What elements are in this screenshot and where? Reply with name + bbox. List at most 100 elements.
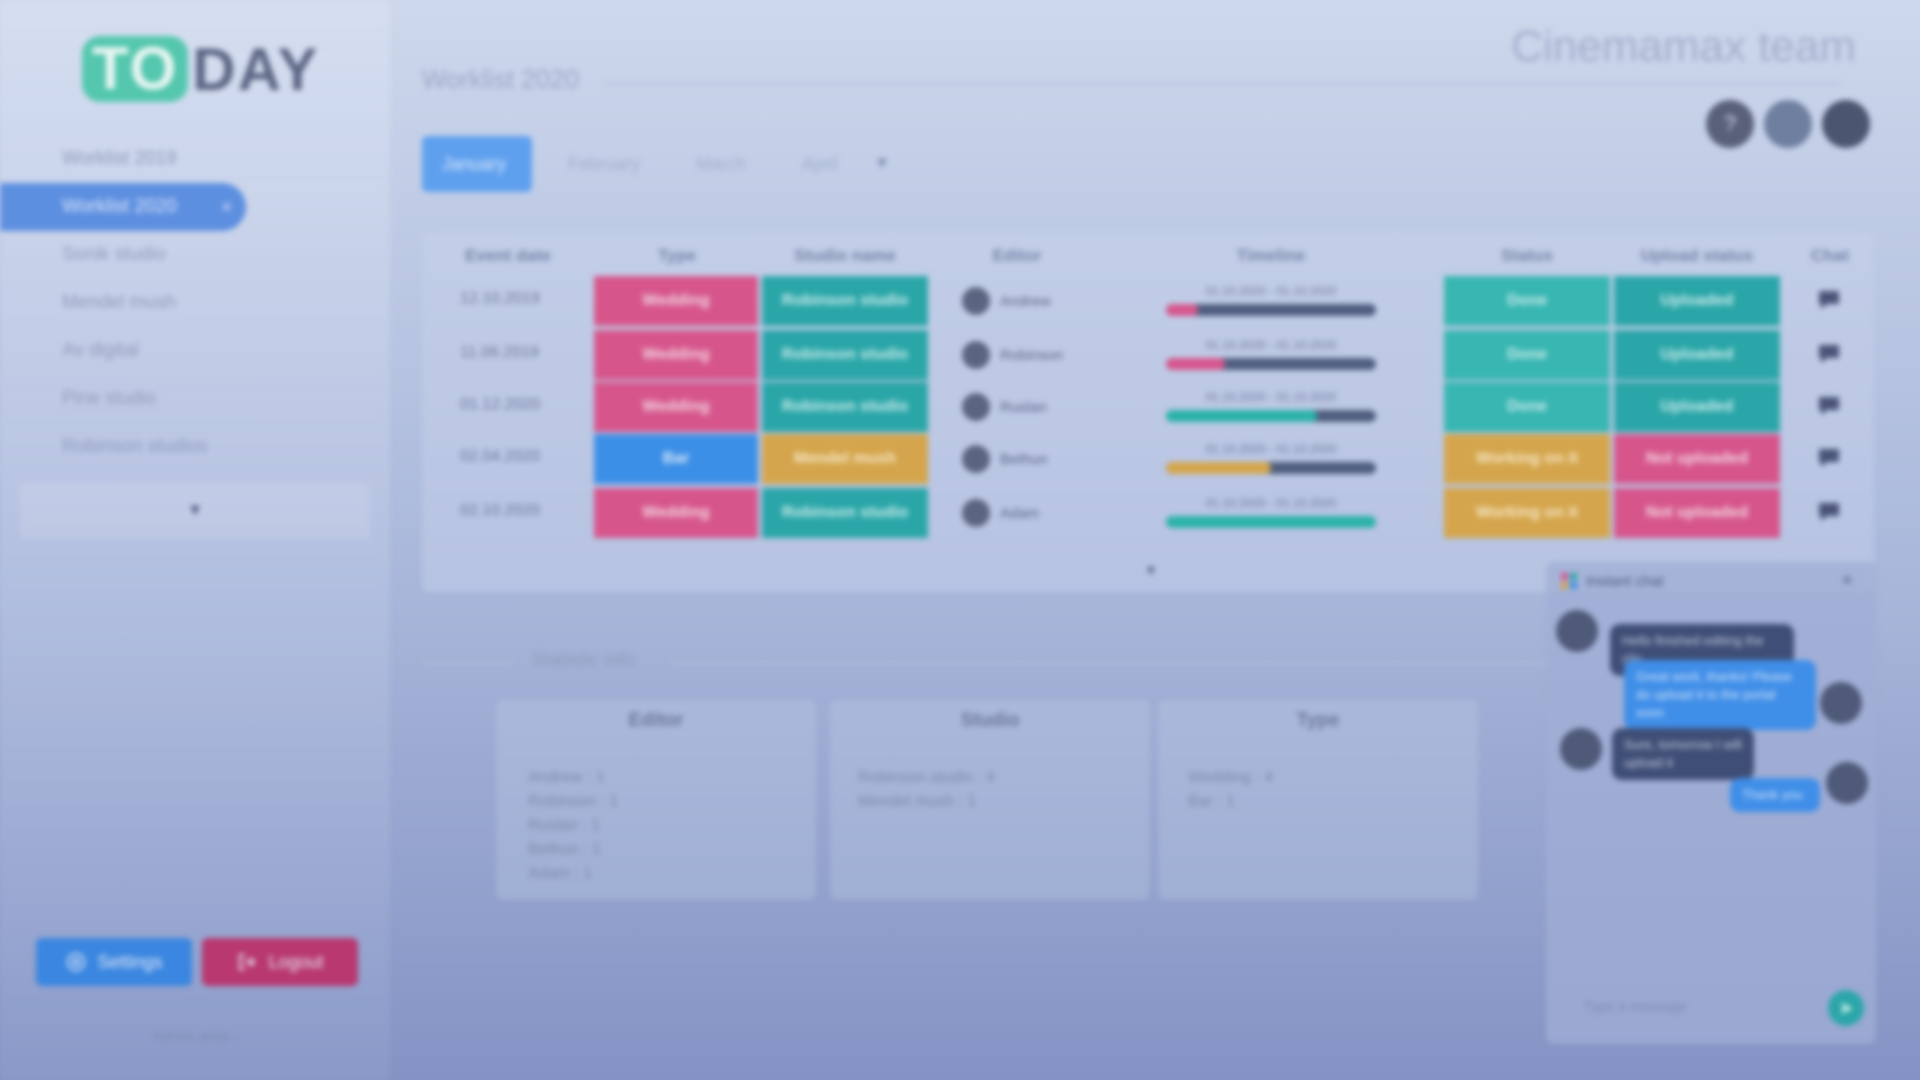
sidebar-item-worklist-2019[interactable]: Worklist 2019 (0, 135, 390, 183)
close-icon[interactable]: × (1842, 570, 1853, 591)
editor-cell[interactable]: Ruslan (962, 393, 1047, 421)
admin-area-link[interactable]: Admin area › (0, 1028, 390, 1045)
status-cell[interactable]: Done (1444, 330, 1610, 380)
editor-cell[interactable]: Adam (962, 499, 1039, 527)
stats-divider (670, 662, 1550, 664)
avatar[interactable] (1764, 100, 1812, 148)
sidebar-item-sonik-studio[interactable]: Sonik studio (0, 231, 390, 279)
upload-status-cell[interactable]: Not uploaded (1614, 488, 1780, 538)
column-header-status[interactable]: Status (1444, 246, 1610, 266)
editor-name: Bethun (1000, 450, 1048, 468)
sidebar-nav: Worklist 2019 Worklist 2020 × Sonik stud… (0, 135, 390, 471)
studio-cell[interactable]: Robinson studio (762, 488, 928, 538)
chevron-down-icon[interactable]: ▼ (874, 155, 890, 173)
type-cell[interactable]: Wedding (594, 276, 758, 326)
upload-status-cell[interactable]: Not uploaded (1614, 434, 1780, 484)
upload-status-cell[interactable]: Uploaded (1614, 330, 1780, 380)
timeline-progress-bar (1166, 358, 1376, 370)
stat-line: Adam : 1 (528, 865, 593, 882)
column-header-type[interactable]: Type (594, 246, 760, 266)
sidebar-item-label: Av digital (62, 340, 139, 361)
avatar (962, 287, 990, 315)
column-header-studio-name[interactable]: Studio name (762, 246, 928, 266)
timeline-dates: 01.10.2020 - 01.10.2020 (1205, 284, 1337, 298)
avatar (1560, 728, 1602, 770)
timeline-cell: 01.10.2020 - 01.10.2020 (1166, 338, 1376, 370)
status-cell[interactable]: Done (1444, 276, 1610, 326)
stat-card-lines: Wedding : 4 Bar : 1 (1188, 766, 1273, 814)
month-tabs: January February March April ▼ (422, 136, 890, 192)
column-header-upload-status[interactable]: Upload status (1614, 246, 1780, 266)
column-header-timeline[interactable]: Timeline (1166, 246, 1376, 266)
tab-january[interactable]: January (422, 136, 532, 192)
chat-input[interactable]: Type a message (1584, 998, 1687, 1014)
sidebar-item-mendel-mush[interactable]: Mendel mush (0, 279, 390, 327)
member-avatars: ? (1706, 100, 1870, 148)
studio-cell[interactable]: Robinson studio (762, 330, 928, 380)
stat-line: Bethun : 1 (528, 841, 601, 858)
timeline-progress-fill (1166, 462, 1271, 474)
editor-cell[interactable]: Andrew (962, 287, 1051, 315)
tab-february[interactable]: February (548, 136, 660, 192)
type-cell[interactable]: Wedding (594, 488, 758, 538)
type-cell[interactable]: Wedding (594, 382, 758, 432)
sidebar: TO DAY Worklist 2019 Worklist 2020 × Son… (0, 0, 390, 1080)
editor-cell[interactable]: Robinson (962, 341, 1063, 369)
sidebar-more-button[interactable]: ▼ (20, 483, 370, 539)
status-cell[interactable]: Working on it (1444, 488, 1610, 538)
status-cell[interactable]: Done (1444, 382, 1610, 432)
send-button[interactable]: ➤ (1828, 990, 1864, 1026)
chat-header: Instant chat (1560, 572, 1664, 590)
avatar[interactable] (1822, 100, 1870, 148)
team-title: Cinemamax team (1511, 22, 1856, 71)
sidebar-item-pine-studio[interactable]: Pine studio (0, 375, 390, 423)
column-header-editor[interactable]: Editor (962, 246, 1072, 266)
type-cell[interactable]: Wedding (594, 330, 758, 380)
logout-label: Logout (268, 951, 324, 972)
tab-april[interactable]: April (782, 136, 858, 192)
logout-icon (239, 954, 256, 970)
sidebar-item-av-digital[interactable]: Av digital (0, 327, 390, 375)
studio-cell[interactable]: Robinson studio (762, 382, 928, 432)
chat-bubble-icon[interactable] (1816, 501, 1842, 523)
sidebar-item-label: Worklist 2020 (62, 196, 177, 217)
chat-bubble-icon[interactable] (1816, 447, 1842, 469)
stats-title: Statistic info (532, 650, 635, 671)
settings-button[interactable]: Settings (36, 938, 192, 986)
chevron-down-icon[interactable]: ▼ (1144, 562, 1158, 578)
sidebar-item-worklist-2020[interactable]: Worklist 2020 × (0, 183, 246, 231)
column-header-chat[interactable]: Chat (1800, 246, 1860, 266)
upload-status-cell[interactable]: Uploaded (1614, 382, 1780, 432)
editor-name: Ruslan (1000, 398, 1047, 416)
studio-cell[interactable]: Mendel mush (762, 434, 928, 484)
event-date: 11.06.2019 (460, 344, 539, 361)
timeline-progress-fill (1166, 304, 1198, 316)
stat-line: Robinson studio : 4 (858, 769, 995, 786)
logo-day: DAY (192, 35, 320, 103)
editor-cell[interactable]: Bethun (962, 445, 1048, 473)
close-icon[interactable]: × (221, 183, 232, 231)
timeline-cell: 01.10.2020 - 01.10.2020 (1166, 442, 1376, 474)
chat-message-out: Great work, thanks! Please do upload it … (1624, 660, 1816, 730)
timeline-cell: 01.10.2020 - 01.10.2020 (1166, 390, 1376, 422)
timeline-dates: 01.10.2020 - 01.10.2020 (1205, 442, 1337, 456)
gear-icon (67, 953, 86, 971)
editor-name: Robinson (1000, 346, 1064, 364)
studio-cell[interactable]: Robinson studio (762, 276, 928, 326)
chat-bubble-icon[interactable] (1816, 395, 1842, 417)
status-cell[interactable]: Working on it (1444, 434, 1610, 484)
chat-bubble-icon[interactable] (1816, 289, 1842, 311)
title-divider (604, 83, 1840, 85)
help-avatar[interactable]: ? (1706, 100, 1754, 148)
type-cell[interactable]: Bar (594, 434, 758, 484)
stat-card-title: Editor (628, 710, 684, 731)
logout-button[interactable]: Logout (202, 938, 358, 986)
tab-march[interactable]: March (676, 136, 766, 192)
column-header-event-date[interactable]: Event date (446, 246, 570, 266)
chat-bubble-icon[interactable] (1816, 343, 1842, 365)
chevron-down-icon: ▼ (187, 502, 203, 519)
sidebar-item-robinson-studios[interactable]: Robinson studios (0, 423, 390, 471)
stat-line: Robinson : 1 (528, 793, 618, 810)
stat-line: Mendel mush : 1 (858, 793, 977, 810)
upload-status-cell[interactable]: Uploaded (1614, 276, 1780, 326)
